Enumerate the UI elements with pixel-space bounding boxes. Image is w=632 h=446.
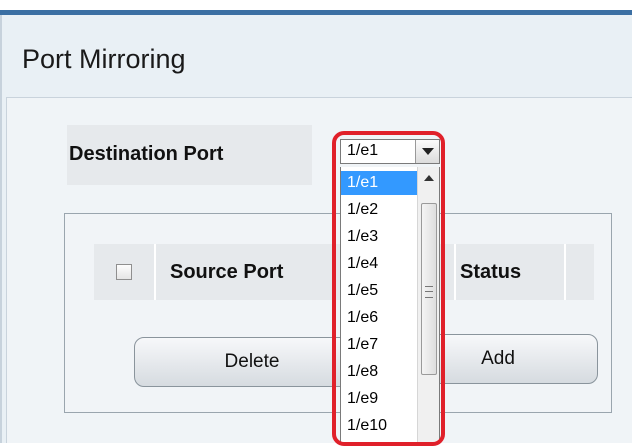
- select-all-checkbox[interactable]: [116, 264, 132, 280]
- dropdown-scrollbar[interactable]: [417, 167, 439, 442]
- dropdown-option-1-e4[interactable]: 1/e4: [341, 252, 417, 276]
- scroll-thumb[interactable]: [421, 203, 437, 375]
- dropdown-option-1-e6[interactable]: 1/e6: [341, 306, 417, 330]
- dropdown-option-1-e5[interactable]: 1/e5: [341, 279, 417, 303]
- destination-port-select[interactable]: 1/e1: [340, 139, 440, 164]
- delete-button[interactable]: Delete: [134, 337, 370, 387]
- destination-port-dropdown[interactable]: 1/e1 1/e2 1/e3 1/e4 1/e5 1/e6 1/e7 1/e8 …: [340, 167, 440, 443]
- column-spacer: [566, 244, 594, 300]
- dropdown-option-1-e8[interactable]: 1/e8: [341, 360, 417, 384]
- destination-port-value: 1/e1: [347, 142, 379, 159]
- dropdown-option-1-e1[interactable]: 1/e1: [341, 171, 417, 195]
- dropdown-option-1-e9[interactable]: 1/e9: [341, 387, 417, 411]
- scroll-up-icon[interactable]: [418, 167, 439, 189]
- dropdown-option-1-e2[interactable]: 1/e2: [341, 198, 417, 222]
- select-all-cell: [94, 244, 156, 300]
- destination-port-label: Destination Port: [69, 143, 224, 165]
- grip-icon: [425, 286, 433, 298]
- top-bar: [0, 0, 632, 15]
- chevron-down-icon[interactable]: [415, 140, 439, 163]
- dropdown-option-1-e7[interactable]: 1/e7: [341, 333, 417, 357]
- dropdown-option-1-e10[interactable]: 1/e10: [341, 414, 417, 438]
- dropdown-option-1-e3[interactable]: 1/e3: [341, 225, 417, 249]
- column-status: Status: [456, 244, 566, 300]
- page-title: Port Mirroring: [22, 44, 186, 74]
